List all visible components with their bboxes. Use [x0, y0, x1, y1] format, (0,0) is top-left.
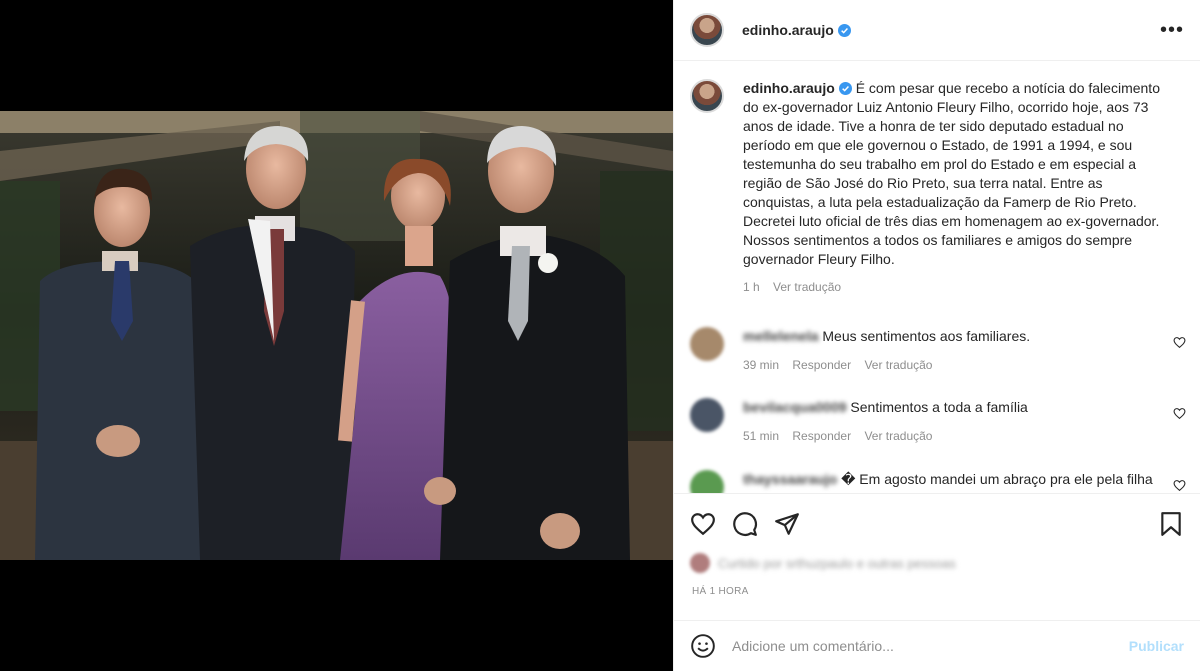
- author-username[interactable]: edinho.araujo: [742, 22, 834, 38]
- commenter-username[interactable]: bevilacqua0009: [743, 399, 847, 415]
- reply-link[interactable]: Responder: [792, 358, 851, 372]
- instagram-post-viewer: edinho.araujo ••• edinho.araujo É com pe…: [0, 0, 1200, 671]
- comment-bubble-icon[interactable]: [732, 511, 758, 537]
- liker-avatar: [690, 553, 710, 573]
- see-translation-link[interactable]: Ver tradução: [773, 280, 841, 294]
- comment-time[interactable]: 39 min: [743, 358, 779, 372]
- commenter-avatar[interactable]: [690, 398, 724, 432]
- post-header: edinho.araujo •••: [674, 0, 1200, 61]
- bookmark-save-icon[interactable]: [1158, 511, 1184, 537]
- add-comment-bar: Adicione um comentário... Publicar: [674, 620, 1200, 671]
- like-heart-icon[interactable]: [690, 511, 716, 537]
- commenter-avatar[interactable]: [690, 327, 724, 361]
- comment-item: thayssaaraujo � Em agosto mandei um abra…: [674, 470, 1200, 493]
- post-details-panel: edinho.araujo ••• edinho.araujo É com pe…: [673, 0, 1200, 671]
- commenter-avatar[interactable]: [690, 470, 724, 493]
- comments-scroll-area[interactable]: edinho.araujo É com pesar que recebo a n…: [674, 61, 1200, 493]
- post-media: [0, 0, 673, 671]
- caption-username[interactable]: edinho.araujo: [743, 80, 835, 96]
- like-comment-heart-icon[interactable]: [1173, 407, 1186, 420]
- publish-button[interactable]: Publicar: [1129, 638, 1184, 654]
- comment-meta: 39 min Responder Ver tradução: [743, 356, 1163, 375]
- see-translation-link[interactable]: Ver tradução: [864, 358, 932, 372]
- like-comment-heart-icon[interactable]: [1173, 336, 1186, 349]
- reply-link[interactable]: Responder: [792, 429, 851, 443]
- commenter-username[interactable]: mellelenela: [743, 328, 819, 344]
- author-avatar[interactable]: [690, 13, 724, 47]
- verified-badge-icon: [838, 82, 852, 95]
- comment-item: mellelenela Meus sentimentos aos familia…: [674, 327, 1200, 375]
- caption-author-avatar[interactable]: [690, 79, 724, 113]
- liked-by-summary[interactable]: Curtido por srthuzpaulo e outras pessoas: [690, 553, 956, 573]
- comment-text: Sentimentos a toda a família: [850, 399, 1028, 415]
- liked-by-text[interactable]: Curtido por srthuzpaulo e outras pessoas: [718, 556, 956, 571]
- post-caption: edinho.araujo É com pesar que recebo a n…: [674, 61, 1200, 297]
- comment-text: Meus sentimentos aos familiares.: [822, 328, 1031, 344]
- emoji-smiley-icon[interactable]: [690, 633, 716, 659]
- share-send-icon[interactable]: [774, 511, 800, 537]
- post-actions-bar: [674, 493, 1200, 553]
- verified-badge-icon: [837, 23, 851, 37]
- comment-meta: 51 min Responder Ver tradução: [743, 427, 1163, 446]
- comment-time[interactable]: 51 min: [743, 429, 779, 443]
- comment-text: � Em agosto mandei um abraço pra ele pel…: [841, 471, 1153, 487]
- caption-text: É com pesar que recebo a notícia do fale…: [743, 80, 1160, 267]
- post-photo[interactable]: [0, 111, 673, 560]
- more-options-icon[interactable]: •••: [1160, 20, 1184, 40]
- commenter-username[interactable]: thayssaaraujo: [743, 471, 837, 487]
- caption-meta: 1 h Ver tradução: [743, 278, 1163, 297]
- see-translation-link[interactable]: Ver tradução: [864, 429, 932, 443]
- caption-time[interactable]: 1 h: [743, 280, 760, 294]
- comment-input[interactable]: Adicione um comentário...: [732, 638, 894, 654]
- post-timestamp: HÁ 1 HORA: [692, 586, 749, 597]
- group-photo-illustration: [0, 111, 673, 560]
- like-comment-heart-icon[interactable]: [1173, 479, 1186, 492]
- comment-item: bevilacqua0009 Sentimentos a toda a famí…: [674, 398, 1200, 446]
